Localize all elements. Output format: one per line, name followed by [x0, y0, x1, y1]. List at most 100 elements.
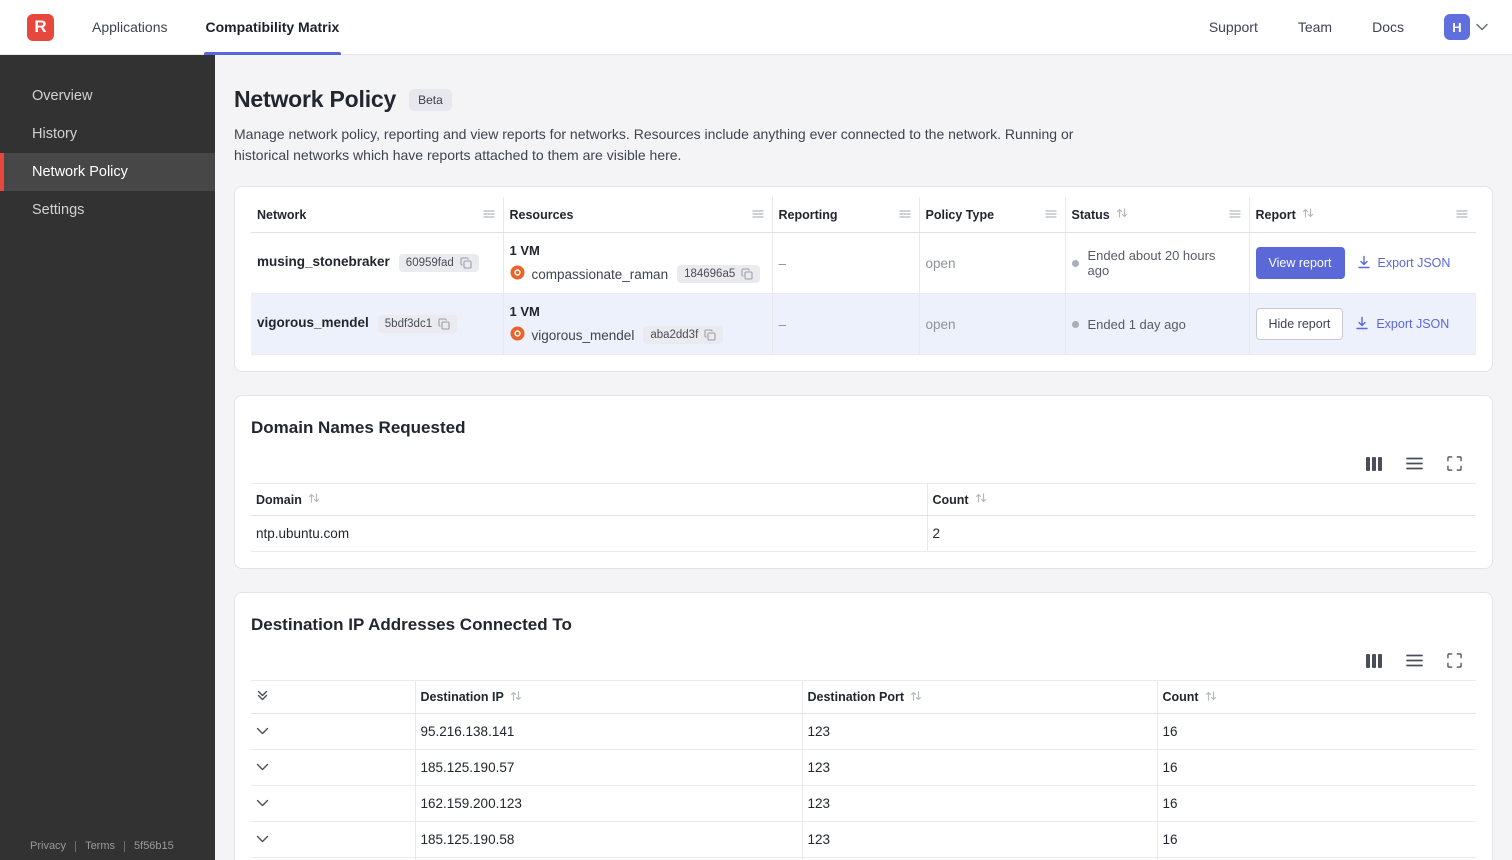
- menu-icon[interactable]: [1228, 208, 1241, 222]
- copy-icon[interactable]: [438, 318, 450, 330]
- reporting-cell: –: [771, 293, 919, 355]
- expand-all-header[interactable]: [251, 680, 415, 714]
- count-cell: 16: [1156, 749, 1476, 786]
- sort-arrows-icon[interactable]: [1302, 207, 1314, 222]
- sort-arrows-icon[interactable]: [510, 690, 522, 705]
- destination-ip-cell: 185.125.190.57: [414, 749, 802, 786]
- view-report-button[interactable]: View report: [1255, 247, 1345, 279]
- row-expander-chevron-icon[interactable]: [256, 763, 269, 772]
- columns-icon[interactable]: [1366, 653, 1382, 668]
- network-name: musing_stonebraker: [257, 254, 390, 269]
- divider: [124, 840, 126, 852]
- column-header-destination-ip[interactable]: Destination IP: [414, 680, 802, 714]
- status-text: Ended 1 day ago: [1087, 316, 1186, 332]
- row-expander-chevron-icon[interactable]: [256, 835, 269, 844]
- export-json-button[interactable]: Export JSON: [1357, 255, 1450, 272]
- table-toolbar: [251, 456, 1476, 471]
- columns-icon[interactable]: [1366, 456, 1382, 471]
- privacy-link[interactable]: Privacy: [30, 840, 66, 852]
- menu-icon[interactable]: [1456, 208, 1468, 222]
- column-header-policy-type[interactable]: Policy Type: [918, 197, 1065, 233]
- domain-cell: ntp.ubuntu.com: [251, 515, 927, 552]
- status-dot-icon: [1071, 259, 1079, 267]
- column-header-status[interactable]: Status: [1064, 197, 1249, 233]
- row-expander-chevron-icon[interactable]: [256, 799, 269, 808]
- user-menu[interactable]: H: [1444, 14, 1488, 40]
- resource-count: 1 VM: [509, 304, 540, 319]
- double-chevron-down-icon[interactable]: [256, 689, 269, 702]
- report-cell: View report Export JSON: [1248, 232, 1476, 294]
- export-json-button[interactable]: Export JSON: [1355, 316, 1449, 333]
- nav-compatibility-matrix[interactable]: Compatibility Matrix: [203, 0, 342, 55]
- count-cell: 16: [1156, 785, 1476, 822]
- destination-ip-cell: 162.159.200.123: [414, 785, 802, 822]
- list-icon[interactable]: [1406, 457, 1423, 470]
- column-header-destination-port[interactable]: Destination Port: [801, 680, 1157, 714]
- destination-row: 162.159.200.123 123 16: [251, 785, 1476, 822]
- sidebar-item-overview[interactable]: Overview: [0, 77, 215, 115]
- sort-arrows-icon[interactable]: [308, 492, 320, 507]
- sort-arrows-icon[interactable]: [1205, 690, 1217, 705]
- hide-report-button[interactable]: Hide report: [1255, 308, 1344, 340]
- destinations-table-header: Destination IP Destination Port Count: [251, 680, 1476, 714]
- sidebar-item-history[interactable]: History: [0, 115, 215, 153]
- destinations-card-title: Destination IP Addresses Connected To: [251, 615, 572, 634]
- sidebar-item-settings[interactable]: Settings: [0, 191, 215, 229]
- resource-name: compassionate_raman: [531, 266, 669, 282]
- list-icon[interactable]: [1406, 654, 1423, 667]
- sort-arrows-icon[interactable]: [975, 492, 987, 507]
- network-id-badge: 5bdf3dc1: [377, 315, 458, 333]
- nav-support[interactable]: Support: [1209, 19, 1258, 35]
- destination-port-cell: 123: [801, 749, 1157, 786]
- menu-icon[interactable]: [751, 208, 764, 222]
- app-logo[interactable]: R: [27, 13, 54, 41]
- policy-type-cell: open: [918, 232, 1065, 294]
- sidebar-footer: Privacy Terms 5f56b15: [30, 840, 174, 852]
- column-header-network[interactable]: Network: [251, 197, 503, 233]
- sort-arrows-icon[interactable]: [1116, 207, 1128, 222]
- sidebar-item-network-policy[interactable]: Network Policy: [0, 153, 215, 191]
- avatar[interactable]: H: [1444, 14, 1470, 40]
- network-name: vigorous_mendel: [257, 315, 369, 330]
- destination-port-cell: 123: [801, 785, 1157, 822]
- download-icon: [1355, 316, 1369, 333]
- container-icon: [510, 265, 525, 283]
- column-header-count[interactable]: Count: [1156, 680, 1476, 714]
- copy-icon[interactable]: [460, 257, 472, 269]
- column-header-domain[interactable]: Domain: [251, 483, 927, 516]
- menu-icon[interactable]: [898, 208, 911, 222]
- network-cell: vigorous_mendel 5bdf3dc1: [251, 293, 503, 355]
- nav-team[interactable]: Team: [1298, 19, 1332, 35]
- sort-arrows-icon[interactable]: [910, 690, 922, 705]
- beta-badge: Beta: [409, 88, 452, 111]
- column-header-report[interactable]: Report: [1248, 197, 1476, 233]
- column-header-resources[interactable]: Resources: [502, 197, 772, 233]
- menu-icon[interactable]: [482, 208, 495, 222]
- copy-icon[interactable]: [704, 329, 716, 341]
- row-expander-chevron-icon[interactable]: [256, 727, 269, 736]
- nav-docs[interactable]: Docs: [1372, 19, 1404, 35]
- status-cell: Ended about 20 hours ago: [1064, 232, 1249, 294]
- domains-table: Domain Count ntp.ubuntu.com 2: [251, 483, 1476, 552]
- nav-applications[interactable]: Applications: [92, 0, 168, 55]
- destination-ip-cell: 185.125.190.58: [414, 821, 802, 858]
- domain-row: ntp.ubuntu.com 2: [251, 515, 1476, 552]
- menu-icon[interactable]: [1044, 208, 1057, 222]
- resource-count: 1 VM: [509, 243, 540, 258]
- status-text: Ended about 20 hours ago: [1087, 248, 1216, 278]
- copy-icon[interactable]: [741, 268, 753, 280]
- column-header-count[interactable]: Count: [926, 483, 1476, 516]
- terms-link[interactable]: Terms: [85, 840, 115, 852]
- domains-card-title: Domain Names Requested: [251, 418, 466, 437]
- resource-name: vigorous_mendel: [531, 327, 635, 343]
- network-cell: musing_stonebraker 60959fad: [251, 232, 503, 294]
- column-header-reporting[interactable]: Reporting: [771, 197, 919, 233]
- chevron-down-icon: [1476, 18, 1488, 36]
- count-cell: 16: [1156, 821, 1476, 858]
- page-title: Network Policy: [234, 86, 397, 112]
- expand-icon[interactable]: [1447, 653, 1462, 668]
- expand-icon[interactable]: [1447, 456, 1462, 471]
- destination-port-cell: 123: [801, 713, 1157, 750]
- network-row: musing_stonebraker 60959fad 1 VM compassi…: [251, 232, 1476, 294]
- top-navbar: R Applications Compatibility Matrix Supp…: [0, 0, 1512, 55]
